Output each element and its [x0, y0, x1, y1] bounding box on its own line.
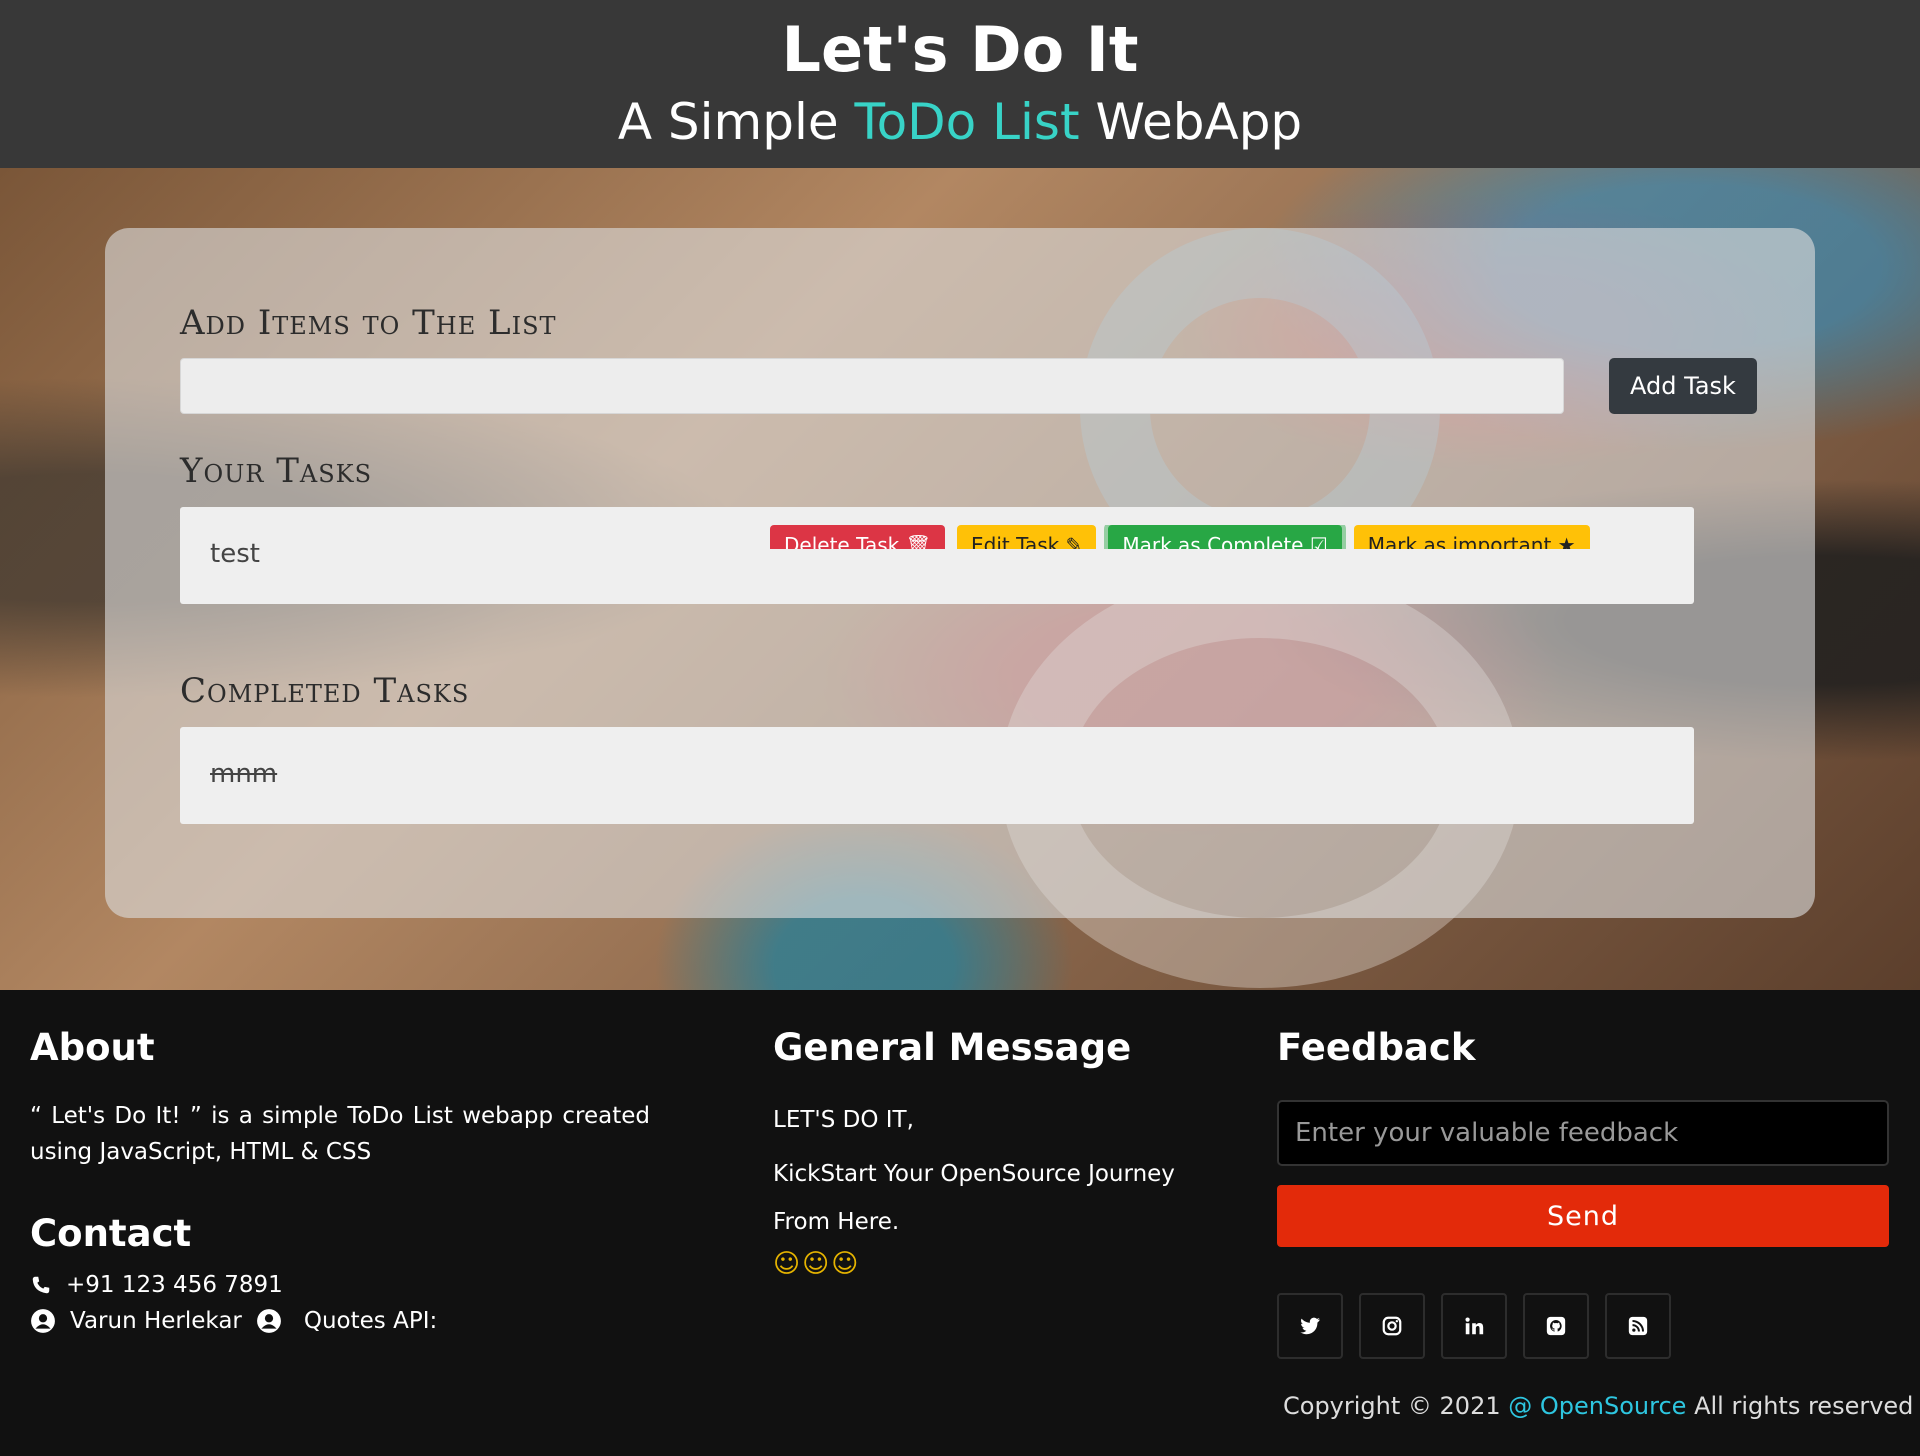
task-actions: Delete Task 🗑 Edit Task ✎ Mark as Comple… [770, 525, 1590, 549]
mark-important-label: Mark as important [1367, 533, 1552, 549]
subtitle-accent: ToDo List [854, 93, 1080, 151]
github-icon[interactable] [1523, 1293, 1589, 1359]
quotes-api-label: Quotes API: [303, 1308, 438, 1334]
send-button[interactable]: Send [1277, 1185, 1889, 1247]
page-footer: About “ Let's Do It! ” is a simple ToDo … [0, 990, 1920, 1456]
linkedin-icon[interactable] [1441, 1293, 1507, 1359]
trash-icon: 🗑 [905, 533, 931, 549]
delete-task-label: Delete Task [784, 533, 900, 549]
contact-phone: +91 123 456 7891 [30, 1272, 283, 1298]
todo-panel: Add Items to The List Add Task Your Task… [105, 228, 1815, 918]
mark-complete-label: Mark as Complete [1122, 533, 1304, 549]
check-icon: ☑ [1309, 533, 1328, 549]
completed-task-text: mnm [210, 759, 278, 789]
edit-task-label: Edit Task [970, 533, 1060, 549]
rss-icon[interactable] [1605, 1293, 1671, 1359]
task-text: test [210, 539, 260, 569]
your-tasks-title: Your Tasks [180, 451, 373, 491]
add-items-title: Add Items to The List [180, 303, 557, 343]
author-name: Varun Herlekar [70, 1308, 242, 1334]
hero-background: Add Items to The List Add Task Your Task… [0, 168, 1920, 990]
page-header: Let's Do It A Simple ToDo List WebApp [0, 0, 1920, 168]
phone-icon [30, 1274, 52, 1296]
pencil-icon: ✎ [1065, 533, 1083, 549]
opensource-link[interactable]: @ OpenSource [1508, 1392, 1686, 1420]
completed-tasks-title: Completed Tasks [180, 671, 470, 711]
user-circle-icon [256, 1308, 282, 1334]
edit-task-button[interactable]: Edit Task ✎ [956, 525, 1097, 549]
add-task-button[interactable]: Add Task [1609, 358, 1757, 414]
completed-task-row: mnm [180, 727, 1694, 824]
general-line1: LET'S DO IT, [773, 1107, 914, 1133]
user-circle-icon [30, 1308, 56, 1334]
feedback-input[interactable]: Enter your valuable feedback [1277, 1100, 1889, 1166]
contact-title: Contact [30, 1212, 192, 1255]
twitter-icon[interactable] [1277, 1293, 1343, 1359]
copyright-post: All rights reserved [1694, 1392, 1914, 1420]
task-row: test Delete Task 🗑 Edit Task ✎ Mark as C… [180, 507, 1694, 604]
about-text: “ Let's Do It! ” is a simple ToDo List w… [30, 1103, 650, 1165]
mark-important-button[interactable]: Mark as important ★ [1353, 525, 1590, 549]
about-title: About [30, 1026, 155, 1069]
star-icon: ★ [1557, 533, 1576, 549]
delete-task-button[interactable]: Delete Task 🗑 [770, 525, 945, 549]
app-title: Let's Do It [781, 13, 1139, 86]
instagram-icon[interactable] [1359, 1293, 1425, 1359]
mark-complete-button[interactable]: Mark as Complete ☑ [1108, 525, 1342, 549]
subtitle-post: WebApp [1095, 93, 1303, 151]
contact-author: Varun Herlekar Quotes API: [30, 1308, 437, 1334]
general-message-title: General Message [773, 1026, 1132, 1069]
feedback-title: Feedback [1277, 1026, 1476, 1069]
task-input[interactable] [180, 358, 1564, 414]
subtitle-pre: A Simple [617, 93, 839, 151]
phone-number: +91 123 456 7891 [66, 1272, 283, 1298]
smiley-emojis: ☺☺☺ [773, 1249, 861, 1279]
copyright-pre: Copyright © 2021 [1283, 1392, 1501, 1420]
general-line2: KickStart Your OpenSource Journey From H… [773, 1161, 1175, 1235]
app-subtitle: A Simple ToDo List WebApp [0, 92, 1920, 152]
copyright-text: Copyright © 2021 @ OpenSource All rights… [1283, 1392, 1913, 1420]
